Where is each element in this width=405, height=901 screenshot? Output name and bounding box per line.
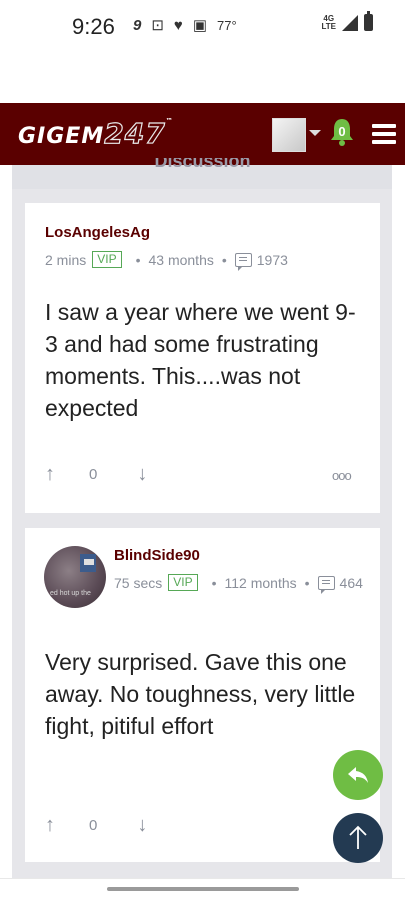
status-temperature: 77°: [217, 17, 237, 33]
notification-count: 0: [338, 124, 346, 139]
app-icon: 9: [133, 16, 142, 34]
section-title-text: Discussion: [154, 158, 251, 171]
upvote-arrow-icon[interactable]: ↑: [45, 814, 55, 837]
separator-dot: •: [304, 574, 310, 591]
post-username[interactable]: BlindSide90: [114, 547, 200, 564]
post-count: 1973: [256, 251, 288, 268]
separator-dot: •: [211, 574, 217, 591]
menu-line: [372, 124, 396, 128]
status-bar: 9:26 9 ⊡ ♥ ▣ 77° 4G LTE: [0, 0, 405, 56]
hamburger-menu-button[interactable]: [372, 124, 396, 144]
status-right: 4G LTE: [321, 11, 373, 31]
post-time: 75 secs: [114, 574, 163, 591]
separator-dot: •: [135, 251, 141, 268]
gesture-handle[interactable]: [107, 887, 299, 891]
vip-badge: VIP: [168, 574, 198, 591]
scroll-to-top-button[interactable]: [333, 813, 383, 863]
comment-icon: [234, 252, 252, 271]
post-body: I saw a year where we went 9-3 and had s…: [45, 299, 356, 421]
chevron-down-icon[interactable]: [309, 130, 321, 136]
vote-bar: ↑ 0 ↓: [45, 814, 147, 837]
post-time: 2 mins: [45, 251, 87, 268]
post-body: Very surprised. Gave this one away. No t…: [45, 649, 356, 739]
post-count-group: 464: [317, 574, 363, 594]
flag-icon: [80, 554, 96, 572]
signal-icon: [342, 14, 358, 31]
post-meta: 75 secs VIP • 112 months • 464: [114, 574, 364, 594]
logo-number: 247: [104, 116, 166, 150]
menu-line: [372, 132, 396, 136]
menu-line: [372, 140, 396, 144]
upvote-arrow-icon[interactable]: ↑: [45, 463, 55, 486]
comment-icon: [317, 575, 335, 594]
reply-button[interactable]: [333, 750, 383, 800]
separator-dot: •: [221, 251, 227, 268]
vip-badge: VIP: [92, 251, 122, 268]
post-username[interactable]: LosAngelesAg: [45, 224, 150, 241]
vote-count: 0: [89, 817, 98, 834]
user-avatar-button[interactable]: [272, 118, 306, 152]
downvote-arrow-icon[interactable]: ↓: [137, 463, 147, 486]
status-icons: 9 ⊡ ♥ ▣ 77°: [133, 16, 237, 35]
logo-tm: ™: [165, 117, 174, 125]
status-time: 9:26: [72, 14, 115, 39]
heart-icon: ♥: [173, 16, 183, 34]
post-meta: 2 mins VIP • 43 months • 1973: [45, 251, 288, 271]
post-tenure: 112 months: [224, 574, 297, 591]
post-count: 464: [339, 574, 363, 591]
arrow-up-icon: [349, 825, 367, 849]
section-title: Discussion: [0, 158, 405, 172]
lte-icon: 4G LTE: [321, 13, 336, 31]
site-logo[interactable]: GIGEM247™: [18, 116, 174, 150]
reply-icon: [348, 767, 368, 783]
post-avatar[interactable]: ed hot up the: [44, 546, 106, 608]
vote-count: 0: [89, 466, 98, 483]
logo-text: GIGEM: [18, 124, 105, 149]
battery-icon: [364, 11, 373, 31]
avatar-caption: ed hot up the: [50, 590, 91, 597]
downvote-arrow-icon[interactable]: ↓: [137, 814, 147, 837]
post-tenure: 43 months: [148, 251, 214, 268]
screen-record-icon: ⊡: [151, 17, 164, 34]
more-options-icon[interactable]: ooo: [332, 468, 352, 483]
vote-bar: ↑ 0 ↓: [45, 463, 147, 486]
image-icon: ▣: [192, 17, 208, 34]
